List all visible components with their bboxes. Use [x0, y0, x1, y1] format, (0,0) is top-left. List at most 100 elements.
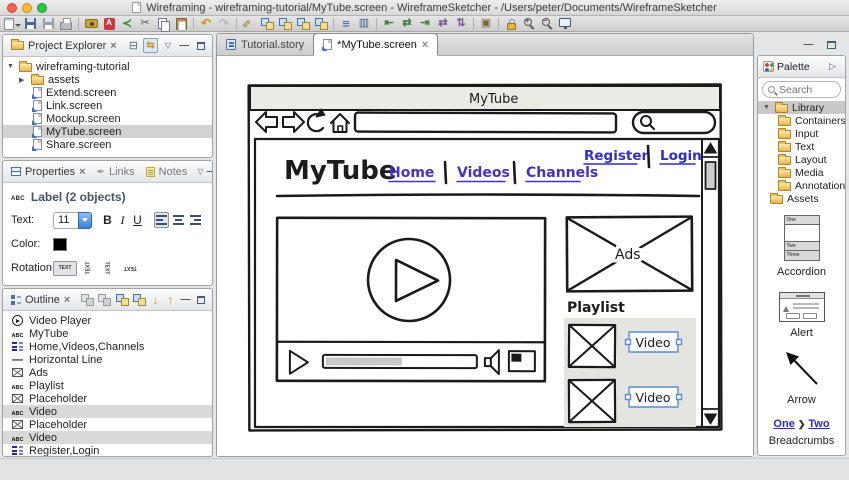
outline-item-placeholder-1[interactable]: Placeholder [3, 392, 212, 405]
wireframe-video-label-1[interactable]: Video [635, 335, 670, 350]
ungroup-icon[interactable] [276, 16, 294, 31]
tab-tutorial-story[interactable]: Tutorial.story [217, 34, 315, 55]
tab-links[interactable]: Links [93, 164, 139, 180]
minimize-editor-icon[interactable] [801, 37, 816, 52]
outline-item-horizontal-line[interactable]: Horizontal Line [3, 353, 212, 366]
align-center-icon[interactable] [398, 16, 416, 31]
palette-tree-containers[interactable]: Containers [758, 114, 845, 127]
wireframe-login-link[interactable]: Login [660, 148, 702, 164]
palette-tree-media[interactable]: Media [758, 166, 845, 179]
align-left-icon[interactable] [380, 16, 398, 31]
rotate-180-button[interactable]: TEXT [118, 261, 142, 276]
collapse-all-icon[interactable] [127, 38, 140, 53]
palette-tree-library[interactable]: ▼ Library [758, 101, 845, 114]
outline-item-nav-links[interactable]: Home,Videos,Channels [3, 340, 212, 353]
minimize-window-button[interactable] [22, 2, 32, 13]
palette-tree-text[interactable]: Text [758, 140, 845, 153]
chevron-down-icon[interactable]: ▼ [7, 63, 15, 70]
outline-item-playlist[interactable]: Playlist [3, 379, 212, 392]
tab-properties[interactable]: Properties × [7, 164, 90, 180]
screenshot-camera-icon[interactable] [82, 16, 100, 31]
italic-button[interactable]: I [115, 212, 130, 228]
maximize-editor-icon[interactable] [827, 40, 836, 49]
storyboard-icon[interactable] [337, 16, 355, 31]
wireframe-nav-videos[interactable]: Videos [457, 165, 510, 181]
font-size-value[interactable]: 11 [53, 211, 78, 229]
wireframe-sketch[interactable]: MyTube MyTube Home Videos Channels Regis… [247, 83, 725, 434]
lock-icon[interactable] [502, 16, 520, 31]
minimize-panel-icon[interactable] [179, 292, 191, 307]
zoom-out-icon[interactable] [538, 16, 556, 31]
share-icon[interactable] [118, 16, 136, 31]
tab-project-explorer[interactable]: Project Explorer × [7, 38, 121, 54]
close-window-button[interactable] [7, 2, 17, 13]
outline-item-mytube[interactable]: MyTube [3, 327, 212, 340]
columns-icon[interactable] [355, 16, 373, 31]
wireframe-ads-label[interactable]: Ads [612, 244, 645, 267]
rotate-270-button[interactable]: TEXT [82, 259, 95, 277]
minimize-panel-icon[interactable] [178, 38, 191, 53]
tree-item-extend-screen[interactable]: Extend.screen [3, 86, 212, 99]
paste-icon[interactable] [172, 16, 190, 31]
new-file-icon[interactable] [3, 16, 21, 31]
tree-item-mytube-screen[interactable]: MyTube.screen [3, 125, 212, 138]
link-with-editor-icon[interactable] [142, 38, 159, 53]
print-icon[interactable] [57, 16, 75, 31]
palette-search[interactable] [762, 81, 841, 98]
tab-mytube-screen[interactable]: *MyTube.screen × [313, 33, 439, 56]
view-menu-icon[interactable] [161, 38, 174, 53]
outline-item-video-player[interactable]: Video Player [3, 314, 212, 327]
expand-selection-icon[interactable] [80, 292, 94, 307]
palette-tree-layout[interactable]: Layout [758, 153, 845, 166]
palette-component-breadcrumbs[interactable]: One ❯ Two Breadcrumbs [758, 418, 845, 447]
wireframe-register-link[interactable]: Register [584, 148, 648, 164]
collapse-selection-icon[interactable] [98, 292, 112, 307]
palette-component-alert[interactable]: Alert [758, 292, 845, 339]
save-icon[interactable] [21, 16, 39, 31]
send-backward-icon[interactable] [312, 16, 330, 31]
move-down-icon[interactable] [150, 292, 162, 307]
bring-forward-icon[interactable] [294, 16, 312, 31]
wireframe-playlist-title[interactable]: Playlist [567, 300, 625, 316]
close-icon[interactable]: × [64, 294, 70, 306]
wireframe-playlist-thumb-1[interactable] [567, 323, 617, 369]
align-right-button[interactable] [188, 212, 203, 228]
underline-button[interactable]: U [130, 212, 145, 228]
wireframe-horizontal-line[interactable] [275, 193, 701, 198]
close-icon[interactable]: × [79, 166, 85, 178]
wireframe-logo[interactable]: MyTube [284, 156, 396, 186]
redo-icon[interactable] [215, 16, 233, 31]
font-size-spinner[interactable]: 11 [53, 211, 92, 229]
group-items-icon[interactable] [115, 292, 129, 307]
align-center-button[interactable] [171, 212, 186, 228]
chevron-right-icon[interactable]: ▶ [19, 76, 27, 84]
font-size-dropdown-icon[interactable] [78, 211, 92, 229]
maximize-panel-icon[interactable] [197, 295, 205, 304]
group-icon[interactable] [258, 16, 276, 31]
match-size-icon[interactable] [477, 16, 495, 31]
tree-item-assets[interactable]: ▶ assets [3, 73, 212, 86]
palette-tree-assets[interactable]: Assets [758, 192, 845, 205]
close-icon[interactable]: × [110, 40, 116, 52]
distribute-vertical-icon[interactable] [452, 16, 470, 31]
ungroup-items-icon[interactable] [132, 292, 146, 307]
wireframe-nav-channels[interactable]: Channels [526, 165, 598, 181]
tree-item-link-screen[interactable]: Link.screen [3, 99, 212, 112]
tab-outline[interactable]: Outline × [7, 292, 74, 308]
wireframe-scrollbar-thumb[interactable] [704, 161, 717, 190]
zoom-window-button[interactable] [37, 2, 47, 13]
wireframe-playlist-thumb-2[interactable] [567, 378, 617, 424]
undo-icon[interactable] [197, 16, 215, 31]
palette-component-accordion[interactable]: One Two Three Accordion [758, 215, 845, 278]
tree-item-mockup-screen[interactable]: Mockup.screen [3, 112, 212, 125]
design-canvas[interactable]: MyTube MyTube Home Videos Channels Regis… [217, 56, 753, 456]
move-up-icon[interactable] [165, 292, 177, 307]
align-right-icon[interactable] [416, 16, 434, 31]
distribute-horizontal-icon[interactable] [434, 16, 452, 31]
tree-item-share-screen[interactable]: Share.screen [3, 138, 212, 151]
copy-icon[interactable] [154, 16, 172, 32]
search-input[interactable] [779, 83, 835, 96]
view-menu-icon[interactable] [197, 164, 203, 179]
presentation-icon[interactable] [556, 16, 574, 31]
bold-button[interactable]: B [100, 212, 115, 228]
